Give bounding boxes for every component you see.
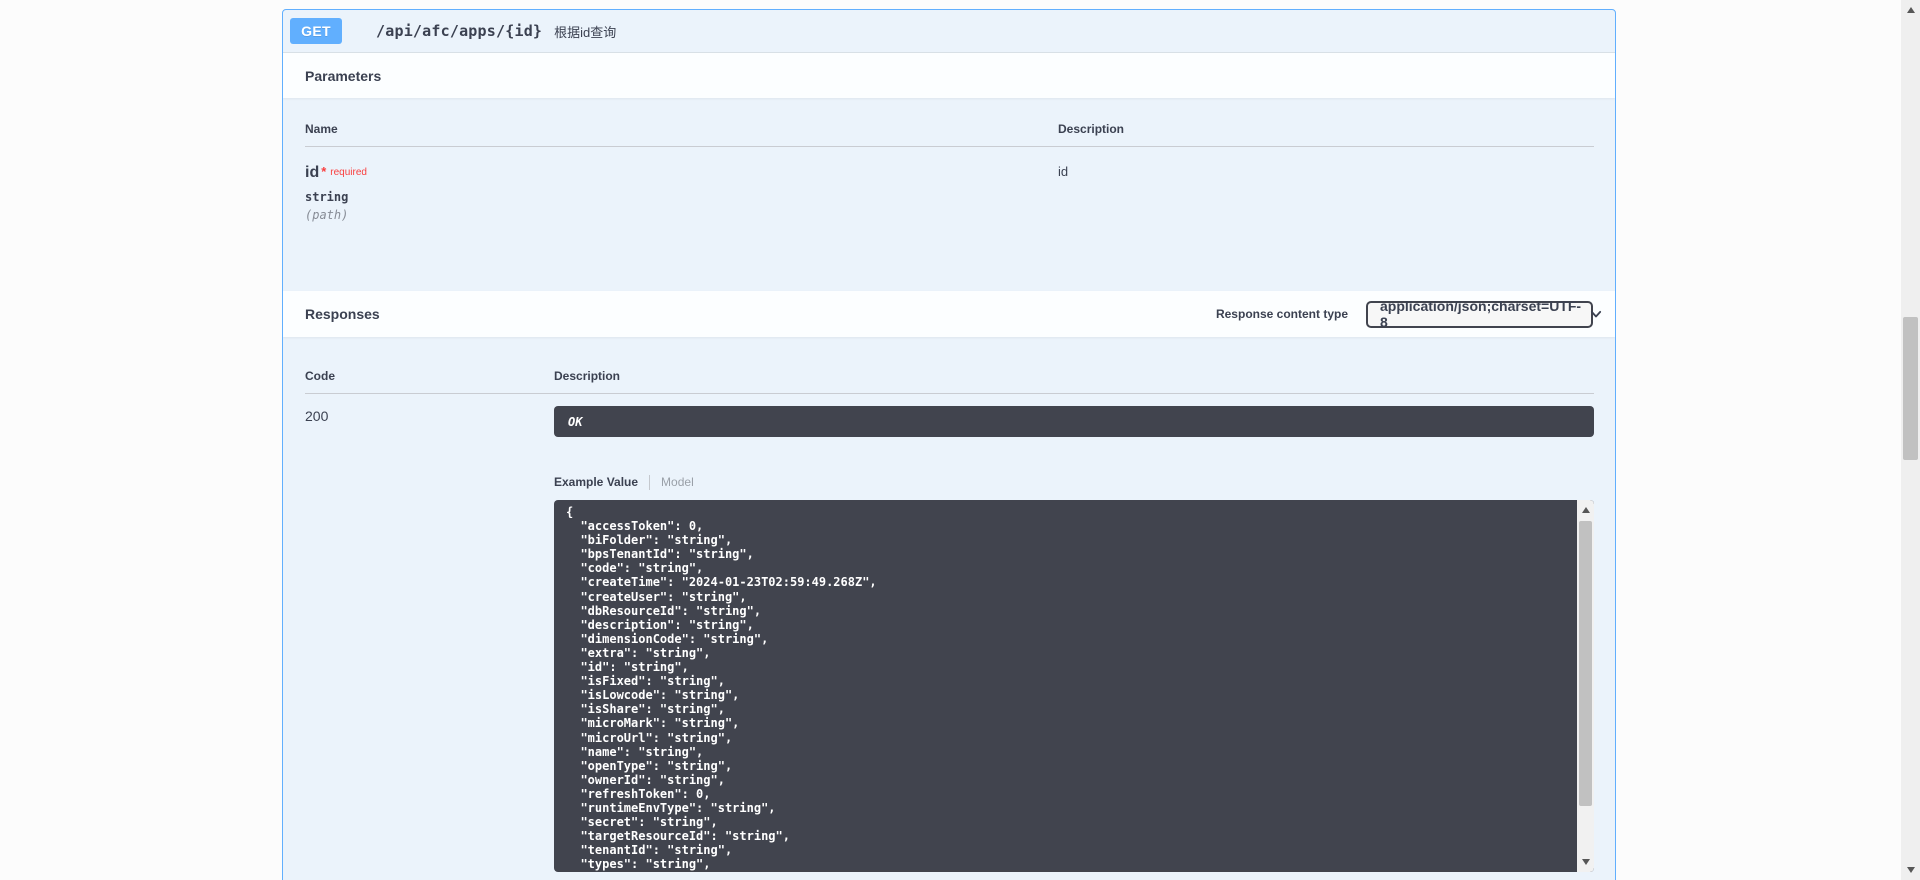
endpoint-summary-text: 根据id查询 bbox=[554, 22, 616, 41]
tab-model[interactable]: Model bbox=[661, 475, 694, 489]
parameters-col-name: Name bbox=[305, 122, 1058, 136]
tab-divider bbox=[649, 475, 650, 490]
http-method-badge[interactable]: GET bbox=[290, 18, 342, 44]
parameters-table-head: Name Description bbox=[305, 122, 1594, 147]
operation-block-get: GET /api/afc/apps/{id} 根据id查询 Parameters… bbox=[282, 9, 1616, 880]
responses-col-description: Description bbox=[554, 369, 620, 383]
endpoint-path: /api/afc/apps/{id} bbox=[376, 22, 542, 40]
response-description-bar: OK bbox=[554, 406, 1594, 437]
page-scroll-up-icon[interactable] bbox=[1901, 2, 1920, 18]
example-json: { "accessToken": 0, "biFolder": "string"… bbox=[554, 500, 1594, 872]
responses-table: Code Description 200 OK Example Value Mo… bbox=[283, 337, 1615, 872]
response-content-type-control: Response content type application/json;c… bbox=[1216, 301, 1593, 328]
responses-title: Responses bbox=[305, 306, 380, 322]
parameter-description: id bbox=[1058, 164, 1068, 222]
tab-example-value[interactable]: Example Value bbox=[554, 475, 638, 489]
parameter-row: id*required string (path) id bbox=[305, 147, 1594, 222]
scroll-up-icon[interactable] bbox=[1577, 502, 1594, 518]
page-scrollbar-thumb[interactable] bbox=[1903, 317, 1918, 460]
operation-summary[interactable]: GET /api/afc/apps/{id} 根据id查询 bbox=[283, 10, 1615, 53]
responses-col-code: Code bbox=[305, 369, 554, 383]
parameters-table: Name Description id * required string (pat… bbox=[283, 98, 1615, 291]
page-scrollbar[interactable] bbox=[1901, 0, 1920, 880]
code-scrollbar[interactable] bbox=[1577, 500, 1594, 872]
response-content-type-value: application/json;charset=UTF-8 bbox=[1380, 298, 1581, 330]
scroll-down-icon[interactable] bbox=[1577, 854, 1594, 870]
required-label: required bbox=[330, 167, 367, 178]
parameters-col-description: Description bbox=[1058, 122, 1124, 136]
code-scrollbar-thumb[interactable] bbox=[1579, 521, 1592, 806]
parameter-location: (path) bbox=[305, 208, 1058, 222]
response-message: OK bbox=[568, 415, 582, 429]
response-code: 200 bbox=[305, 406, 554, 872]
parameters-section-header: Parameters bbox=[283, 53, 1615, 98]
chevron-down-icon bbox=[1589, 307, 1603, 321]
responses-section-header: Responses Response content type applicat… bbox=[283, 291, 1615, 337]
parameter-type: string bbox=[305, 190, 1058, 204]
parameters-title: Parameters bbox=[305, 68, 381, 84]
example-model-tabs: Example Value Model bbox=[554, 474, 1594, 490]
responses-table-head: Code Description bbox=[305, 369, 1594, 394]
response-content-type-select[interactable]: application/json;charset=UTF-8 bbox=[1366, 301, 1593, 328]
response-row-200: 200 OK Example Value Model { "accessToke… bbox=[305, 406, 1594, 872]
parameter-name: id*required bbox=[305, 164, 1058, 182]
response-content-type-label: Response content type bbox=[1216, 307, 1348, 321]
required-star: * bbox=[321, 164, 326, 179]
example-value-code-block: { "accessToken": 0, "biFolder": "string"… bbox=[554, 500, 1594, 872]
page-scroll-down-icon[interactable] bbox=[1901, 862, 1920, 878]
